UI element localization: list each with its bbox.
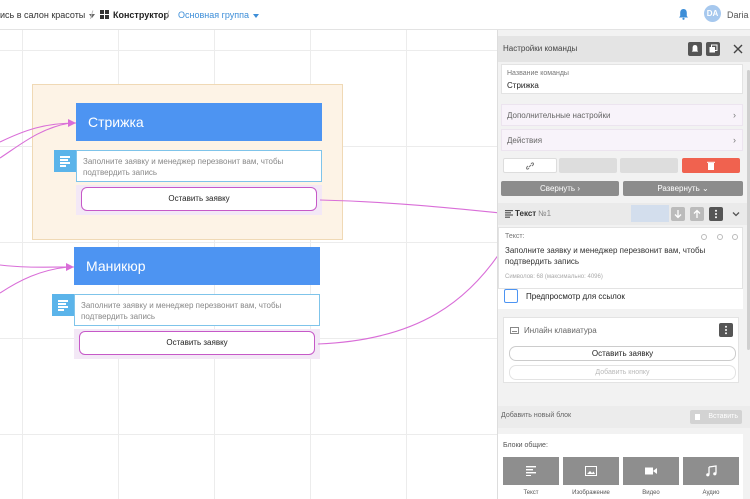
paste-label: Вставить	[708, 413, 738, 420]
add-block-label: Добавить новый блок	[501, 412, 572, 419]
blank-action-button[interactable]	[620, 158, 678, 173]
delete-button[interactable]	[682, 158, 740, 173]
link-button[interactable]	[503, 158, 557, 173]
trash-icon	[707, 161, 715, 170]
move-up-button[interactable]	[690, 207, 704, 221]
text-lines-icon	[505, 210, 513, 218]
bot-name: ись в салон красоты	[0, 10, 86, 20]
request-button[interactable]: Оставить заявку	[79, 331, 315, 355]
more-vertical-icon	[715, 209, 717, 219]
constructor-link[interactable]: Конструктор	[100, 0, 169, 30]
chevron-right-icon: ›	[733, 110, 736, 120]
actions-label: Действия	[507, 136, 543, 145]
notify-button[interactable]	[688, 42, 702, 56]
keyboard-menu-button[interactable]	[719, 323, 733, 337]
text-block-icon	[54, 150, 76, 172]
chevron-right-icon: ›	[577, 184, 580, 193]
add-keyboard-button[interactable]: Добавить кнопку	[509, 365, 736, 380]
keyboard-button[interactable]: Оставить заявку	[509, 346, 736, 361]
chevron-down-icon: ⌄	[701, 184, 709, 193]
collapse-label: Свернуть	[540, 184, 576, 193]
top-bar: ись в салон красоты / Конструктор / Осно…	[0, 0, 750, 30]
image-icon	[585, 466, 597, 476]
additional-settings-label: Дополнительные настройки	[507, 111, 611, 120]
bell-icon	[691, 45, 699, 52]
add-block-row: Добавить новый блок Вставить	[498, 406, 750, 428]
command-name-value: Стрижка	[507, 81, 539, 90]
format-tools-icon	[701, 234, 738, 240]
bell-icon[interactable]	[678, 8, 689, 20]
text-block[interactable]: Заполните заявку и менеджер перезвонит в…	[74, 294, 320, 326]
text-block-number: №1	[538, 209, 552, 218]
group-selector[interactable]: Основная группа	[178, 0, 260, 30]
avatar[interactable]: DA	[704, 5, 721, 22]
request-button[interactable]: Оставить заявку	[81, 187, 317, 211]
link-preview-label: Предпросмотр для ссылок	[526, 292, 625, 301]
panel-header: Настройки команды	[498, 36, 750, 62]
breadcrumb-separator: /	[166, 8, 170, 22]
text-block-title: Текст	[515, 209, 537, 218]
video-tile-label: Видео	[642, 490, 660, 496]
text-content[interactable]: Заполните заявку и менеджер перезвонит в…	[505, 245, 737, 267]
link-preview-row[interactable]: Предпросмотр для ссылок	[498, 289, 743, 309]
image-tile[interactable]	[563, 457, 619, 485]
text-tile[interactable]	[503, 457, 559, 485]
image-tile-label: Изображение	[572, 490, 610, 496]
expand-button[interactable]: Развернуть ⌄	[623, 181, 743, 196]
move-down-button[interactable]	[671, 207, 685, 221]
command-title-block[interactable]: Маникюр	[74, 247, 320, 285]
text-editor[interactable]: Текст: Заполните заявку и менеджер перез…	[498, 227, 743, 289]
video-camera-icon	[645, 467, 657, 475]
text-field-label: Текст:	[505, 233, 525, 240]
chevron-down-icon[interactable]	[731, 209, 741, 219]
chevron-right-icon: ›	[733, 135, 736, 145]
audio-tile-label: Аудио	[702, 490, 720, 496]
char-counter: Символов: 68 (максимально: 4096)	[505, 274, 603, 280]
inline-keyboard-title: Инлайн клавиатура	[524, 326, 597, 335]
copy-icon	[709, 44, 718, 53]
command-name-field[interactable]: Название команды Стрижка	[501, 64, 743, 94]
link-icon	[525, 162, 535, 170]
group-label: Основная группа	[178, 10, 250, 20]
keyboard-icon	[510, 327, 519, 334]
link-preview-checkbox[interactable]	[504, 289, 518, 303]
constructor-label: Конструктор	[113, 10, 170, 20]
close-icon[interactable]	[731, 42, 745, 56]
paste-icon	[695, 414, 700, 420]
text-block[interactable]: Заполните заявку и менеджер перезвонит в…	[76, 150, 322, 182]
common-blocks-label: Блоки общие:	[503, 442, 548, 449]
breadcrumb-separator: /	[90, 8, 94, 22]
text-block-icon	[52, 294, 74, 316]
collapse-button[interactable]: Свернуть ›	[501, 181, 619, 196]
more-button[interactable]	[709, 207, 723, 221]
additional-settings-row[interactable]: Дополнительные настройки ›	[501, 104, 743, 126]
audio-tile[interactable]	[683, 457, 739, 485]
panel-title: Настройки команды	[503, 44, 578, 53]
paste-button[interactable]: Вставить	[690, 410, 742, 424]
flow-canvas[interactable]: Стрижка Заполните заявку и менеджер пере…	[0, 30, 497, 499]
expand-label: Развернуть	[657, 184, 700, 193]
command-title-block[interactable]: Стрижка	[76, 103, 322, 141]
bot-selector[interactable]: ись в салон красоты	[0, 0, 96, 30]
video-tile[interactable]	[623, 457, 679, 485]
blank-action-button[interactable]	[559, 158, 617, 173]
text-lines-icon	[526, 466, 536, 476]
arrow-down-icon	[674, 210, 682, 219]
arrow-up-icon	[693, 209, 701, 218]
chevron-down-icon	[253, 13, 260, 18]
music-note-icon	[706, 465, 717, 477]
copy-button[interactable]	[706, 42, 720, 56]
user-name[interactable]: Daria	[727, 0, 749, 30]
text-block-header[interactable]: Текст №1	[498, 203, 750, 225]
settings-panel: Настройки команды Название команды Стриж…	[497, 30, 750, 499]
grid-icon	[100, 10, 109, 19]
more-vertical-icon	[725, 325, 727, 335]
text-tile-label: Текст	[523, 490, 539, 496]
common-blocks: Блоки общие: Текст Изображение Видео Ауд…	[498, 434, 743, 499]
drag-ghost	[631, 205, 669, 222]
command-name-label: Название команды	[507, 70, 569, 77]
actions-row[interactable]: Действия ›	[501, 129, 743, 151]
inline-keyboard: Инлайн клавиатура Оставить заявку Добави…	[503, 317, 739, 383]
